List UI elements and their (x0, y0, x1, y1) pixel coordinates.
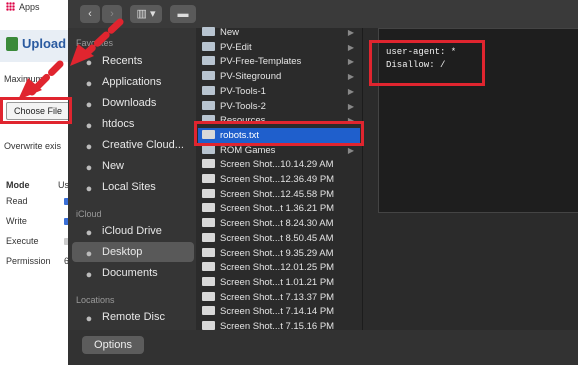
annotation-arrows (18, 18, 124, 100)
arrow-down-icon (84, 18, 124, 56)
